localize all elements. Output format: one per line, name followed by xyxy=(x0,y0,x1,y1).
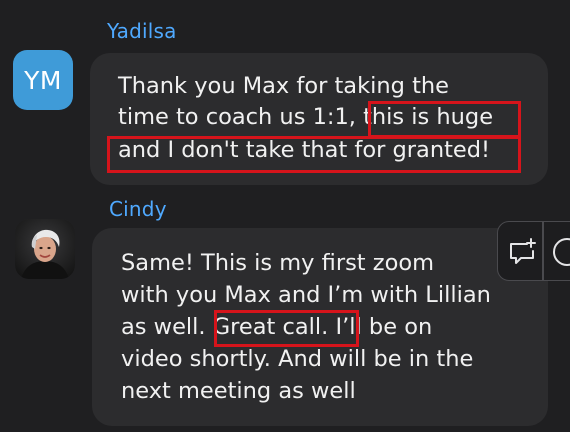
avatar[interactable]: YM xyxy=(13,50,73,110)
message-line: next meeting as well xyxy=(121,378,356,404)
message-line: and I don't take that for granted! xyxy=(118,137,491,163)
avatar-photo-icon xyxy=(15,219,75,279)
add-comment-button[interactable] xyxy=(507,236,539,268)
more-button[interactable] xyxy=(551,236,570,268)
message-line: as well. Great call. I’ll be on xyxy=(121,314,433,340)
message-bubble[interactable]: Thank you Max for taking the time to coa… xyxy=(90,53,548,185)
message-line: Thank you Max for taking the xyxy=(118,73,449,99)
message-line: video shortly. And will be in the xyxy=(121,346,474,372)
message-line: with you Max and I’m with Lillian xyxy=(121,282,491,308)
chat-view: Yadilsa YM Thank you Max for taking the … xyxy=(0,0,570,432)
message-line: time to coach us 1:1, this is huge xyxy=(118,104,494,130)
sender-name: Yadilsa xyxy=(107,19,177,43)
message-hover-toolbar xyxy=(497,221,570,281)
avatar-initials: YM xyxy=(24,65,62,95)
avatar[interactable] xyxy=(15,219,75,279)
toolbar-divider xyxy=(542,222,544,280)
message-bubble[interactable]: Same! This is my first zoom with you Max… xyxy=(92,228,548,426)
comment-plus-icon xyxy=(510,238,536,264)
sender-name: Cindy xyxy=(109,197,167,221)
more-icon xyxy=(553,238,570,266)
message-line: Same! This is my first zoom xyxy=(121,250,435,276)
